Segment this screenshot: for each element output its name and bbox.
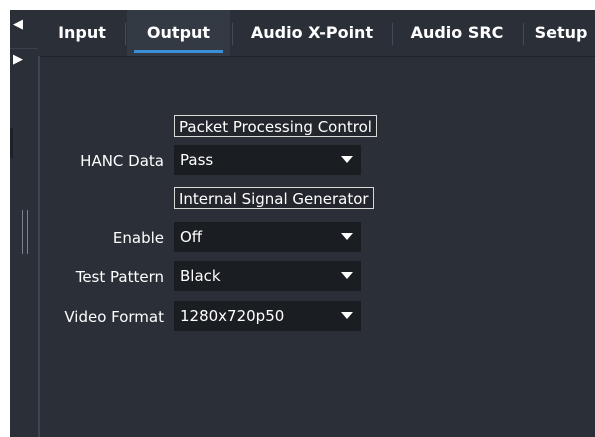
chevron-down-icon [341,312,353,319]
video-format-value: 1280x720p50 [180,307,285,325]
scroll-left-arrow-icon[interactable]: ◀ [10,16,38,34]
output-panel: Packet Processing Control HANC Data Pass… [40,57,595,437]
tab-audio-x-point[interactable]: Audio X-Point [239,10,385,56]
grip-line [27,210,28,254]
panel-edge-notch [10,128,13,158]
enable-label: Enable [112,229,164,247]
grip-line [22,210,23,254]
resize-grip-icon[interactable] [22,210,30,254]
tab-separator [392,23,393,45]
chevron-down-icon [341,233,353,240]
tab-audio-src[interactable]: Audio SRC [398,10,516,56]
test-pattern-value: Black [180,267,221,285]
tab-separator [232,23,233,45]
test-pattern-dropdown[interactable]: Black [174,261,361,291]
tab-input[interactable]: Input [46,10,118,56]
hanc-data-label: HANC Data [80,152,164,170]
enable-value: Off [180,228,203,246]
tab-output[interactable]: Output [127,10,230,56]
chevron-down-icon [341,272,353,279]
tab-bar: Input Output Audio X-Point Audio SRC Set… [40,10,595,57]
hanc-data-dropdown[interactable]: Pass [174,145,361,175]
signal-generator-header: Internal Signal Generator [174,187,374,209]
tab-separator [523,23,524,45]
hanc-data-value: Pass [180,151,214,169]
tab-setup[interactable]: Setup [530,10,592,56]
gutter-divider [10,48,38,49]
app-window: ◀ ▶ Input Output Audio X-Point Audio SRC… [10,10,595,437]
packet-processing-header: Packet Processing Control [174,115,377,137]
video-format-label: Video Format [64,308,164,326]
tab-separator [125,23,126,45]
test-pattern-label: Test Pattern [75,268,164,286]
left-gutter: ◀ ▶ [10,10,38,437]
enable-dropdown[interactable]: Off [174,222,361,252]
video-format-dropdown[interactable]: 1280x720p50 [174,301,361,331]
scroll-right-arrow-icon[interactable]: ▶ [10,51,38,69]
chevron-down-icon [341,156,353,163]
